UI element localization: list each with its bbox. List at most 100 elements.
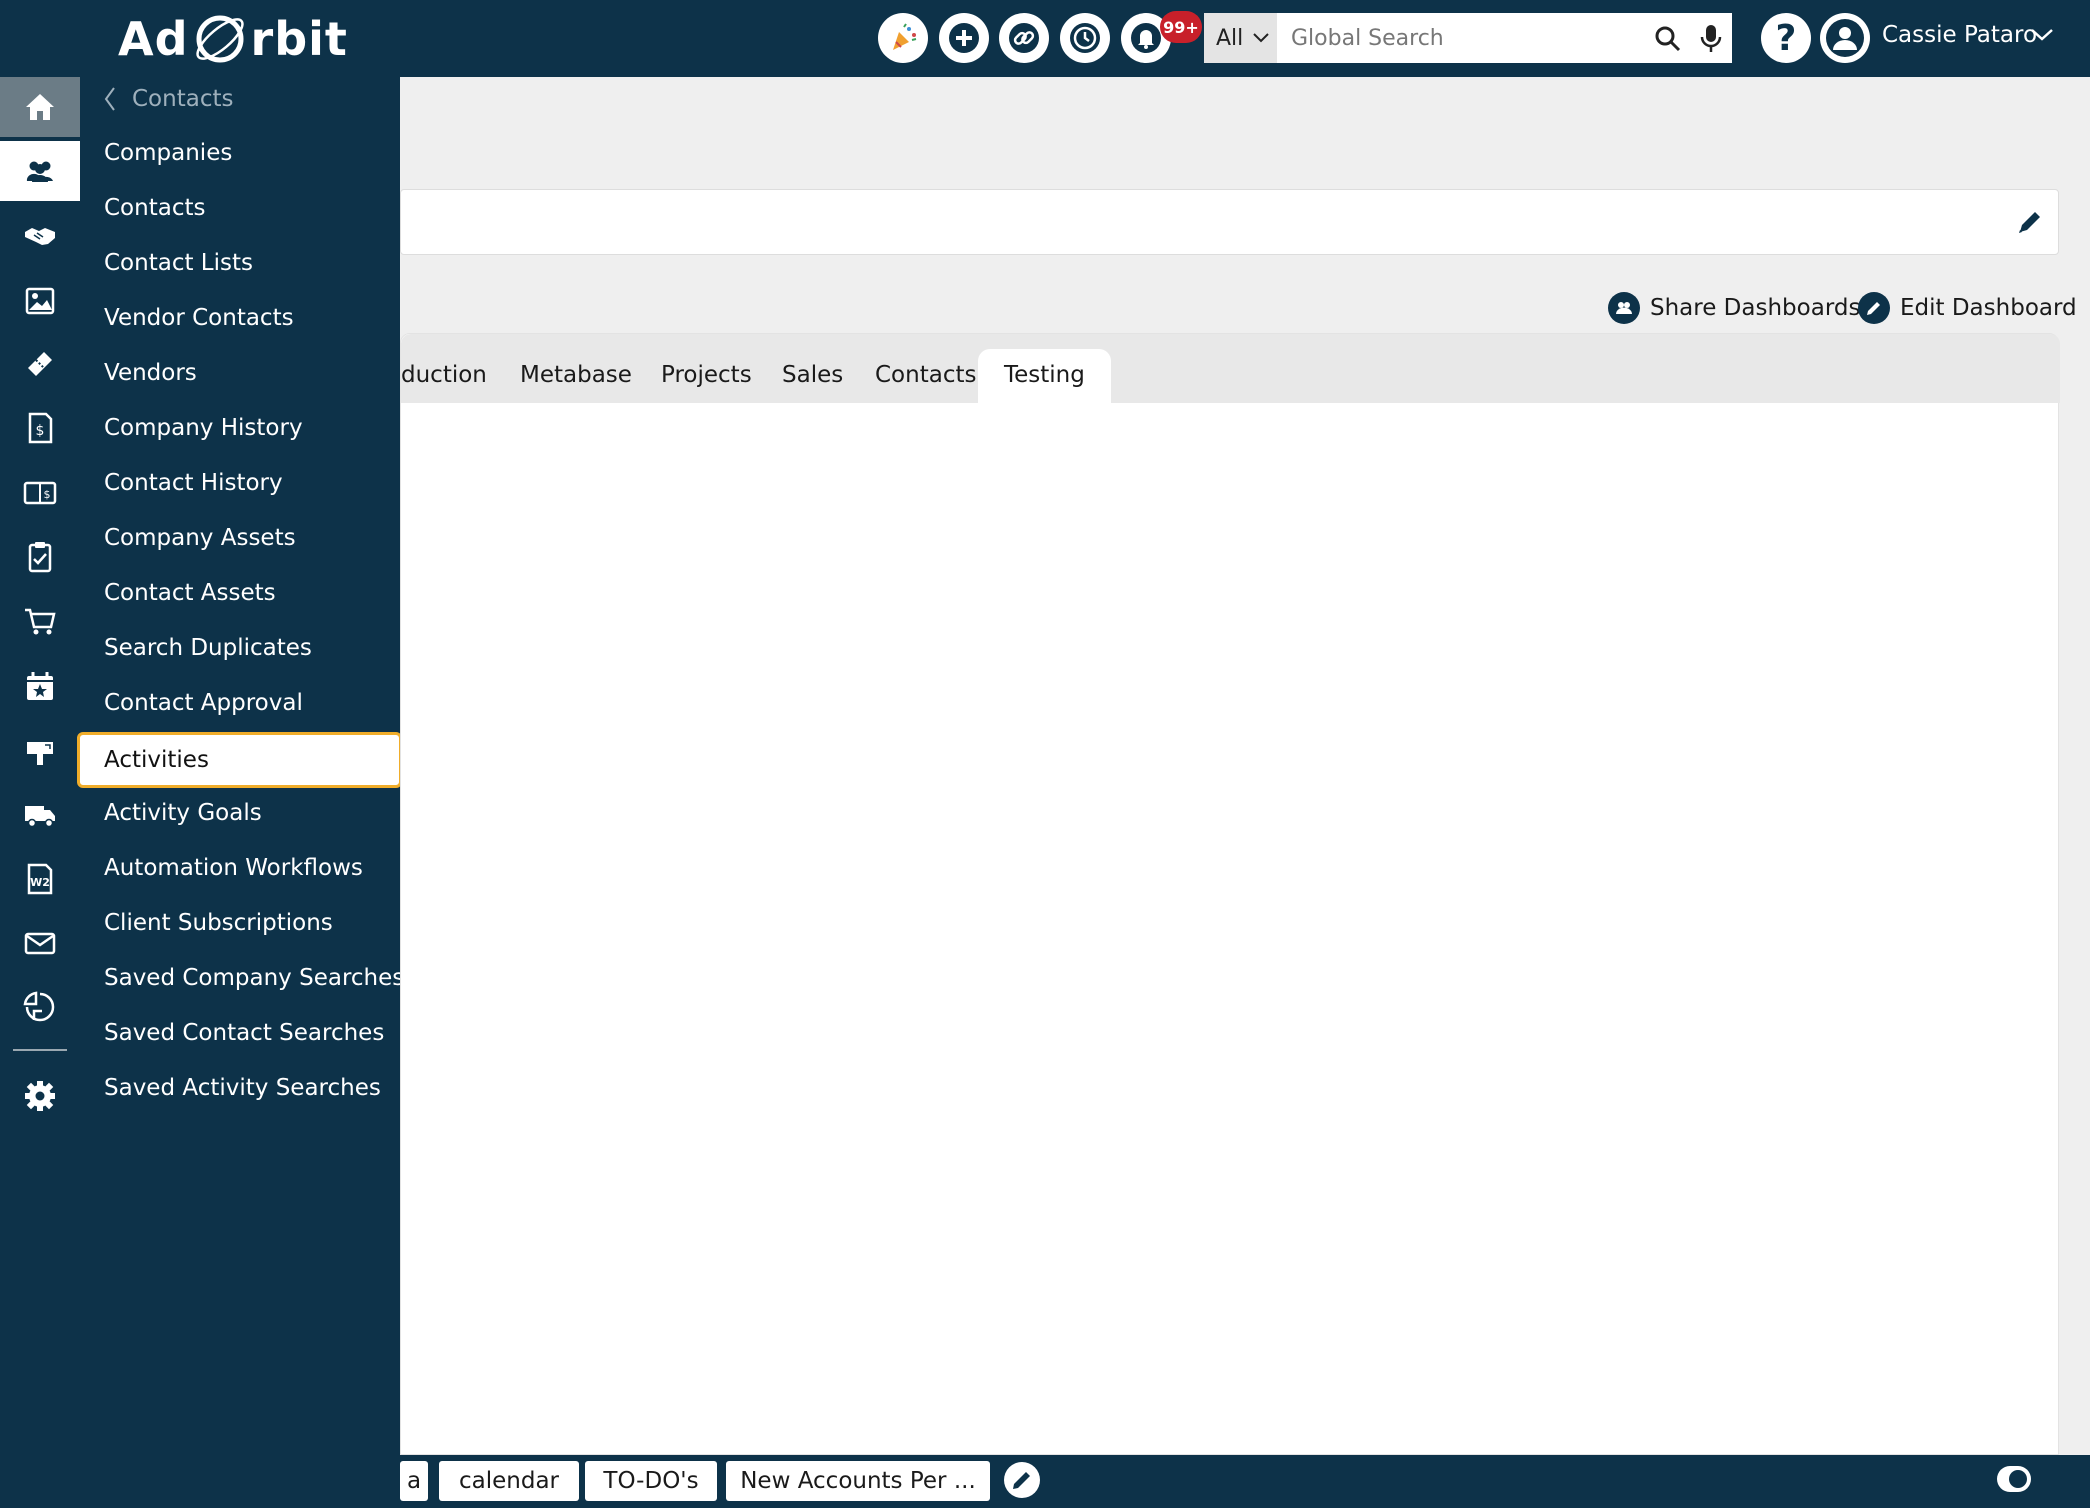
calendar-star-icon	[27, 672, 53, 700]
menu-item-saved-activity-searches[interactable]: Saved Activity Searches	[104, 1075, 381, 1101]
pencil-icon[interactable]	[2016, 208, 2044, 236]
rail-tickets[interactable]	[0, 334, 80, 394]
clipboard-check-icon	[28, 542, 52, 573]
icon-rail: $ $ W2	[0, 0, 80, 1508]
tab-projects[interactable]: Projects	[661, 362, 752, 388]
tab-production[interactable]: duction	[401, 362, 487, 388]
menu-item-saved-contact-searches[interactable]: Saved Contact Searches	[104, 1020, 384, 1046]
menu-item-activity-goals[interactable]: Activity Goals	[104, 800, 262, 826]
menu-item-vendor-contacts[interactable]: Vendor Contacts	[104, 305, 294, 331]
chevron-down-icon	[1253, 33, 1269, 43]
menu-item-automation-workflows[interactable]: Automation Workflows	[104, 855, 363, 881]
rail-w2[interactable]: W2	[0, 849, 80, 909]
search-scope-label: All	[1216, 25, 1244, 51]
avatar[interactable]	[1820, 13, 1870, 63]
history-clock-icon[interactable]	[1060, 13, 1110, 63]
chevron-left-icon	[104, 87, 115, 111]
bottom-bar	[0, 1455, 2090, 1508]
menu-item-contact-history[interactable]: Contact History	[104, 470, 283, 496]
search-scope-select[interactable]: All	[1204, 13, 1277, 63]
menu-item-companies[interactable]: Companies	[104, 140, 232, 166]
delivery-truck-icon	[25, 806, 55, 828]
bottom-tab-partial[interactable]: a	[400, 1461, 428, 1501]
app-logo[interactable]: Ad rbit	[118, 10, 348, 68]
pencil-icon	[1013, 1472, 1030, 1489]
help-icon[interactable]: ?	[1761, 13, 1811, 63]
users-share-icon	[1608, 292, 1640, 324]
edit-pencil-icon	[1858, 292, 1890, 324]
menu-item-saved-company-searches[interactable]: Saved Company Searches	[104, 965, 404, 991]
notification-badge: 99+	[1160, 11, 1202, 43]
party-popper-icon[interactable]	[878, 13, 928, 63]
bottom-tab-todos[interactable]: TO-DO's	[585, 1461, 717, 1501]
ticket-icon	[28, 352, 52, 376]
contacts-flyout-menu: Ad rbit Contacts Companies Contacts Cont…	[77, 0, 404, 1508]
logo-text-right: rbit	[250, 12, 348, 66]
menu-item-contact-approval[interactable]: Contact Approval	[104, 690, 303, 716]
logo-text-left: Ad	[118, 12, 189, 66]
menu-item-client-subscriptions[interactable]: Client Subscriptions	[104, 910, 333, 936]
microphone-icon[interactable]	[1700, 24, 1722, 54]
users-icon	[26, 161, 53, 182]
tab-metabase[interactable]: Metabase	[520, 362, 632, 388]
rail-orders[interactable]	[0, 591, 80, 651]
menu-item-contact-lists[interactable]: Contact Lists	[104, 250, 253, 276]
global-search-input[interactable]	[1291, 25, 1651, 51]
rail-media[interactable]	[0, 270, 80, 330]
link-icon[interactable]	[999, 13, 1049, 63]
tab-sales[interactable]: Sales	[782, 362, 843, 388]
global-search-bar: All	[1204, 13, 1732, 63]
menu-item-contact-assets[interactable]: Contact Assets	[104, 580, 276, 606]
add-icon[interactable]	[939, 13, 989, 63]
invoice-icon: $	[28, 412, 53, 444]
menu-item-vendors[interactable]: Vendors	[104, 360, 197, 386]
home-icon	[26, 94, 54, 120]
pie-chart-icon	[23, 991, 55, 1022]
dashboard-panel: duction Metabase Projects Sales Contacts…	[400, 333, 2060, 1455]
rail-tasks[interactable]	[0, 527, 80, 587]
mailbox-icon	[27, 742, 53, 765]
rail-home[interactable]	[0, 77, 80, 137]
share-dashboards-label: Share Dashboards	[1650, 295, 1861, 321]
rail-deals[interactable]	[0, 206, 80, 266]
search-icon[interactable]	[1654, 25, 1682, 53]
bottom-tab-new-accounts[interactable]: New Accounts Per ...	[726, 1461, 990, 1501]
menu-item-contacts[interactable]: Contacts	[104, 195, 205, 221]
rail-invoices[interactable]: $	[0, 398, 80, 458]
handshake-icon	[25, 228, 55, 245]
rail-contacts[interactable]	[0, 141, 80, 201]
tab-contacts[interactable]: Contacts	[875, 362, 976, 388]
flyout-back-label: Contacts	[132, 86, 234, 112]
svg-text:$: $	[36, 423, 45, 439]
menu-item-company-history[interactable]: Company History	[104, 415, 303, 441]
exchange-money-icon: $	[23, 481, 57, 505]
user-icon	[1826, 19, 1864, 57]
toggle-switch-icon[interactable]	[1997, 1466, 2031, 1492]
dashboard-title-card	[400, 189, 2059, 255]
image-gallery-icon	[25, 287, 55, 315]
edit-dashboard-label: Edit Dashboard	[1900, 295, 2077, 321]
share-dashboards-button[interactable]: Share Dashboards	[1608, 292, 1860, 324]
orbit-logo-icon	[191, 10, 249, 68]
rail-settings[interactable]	[0, 1066, 80, 1126]
bottom-tab-calendar[interactable]: calendar	[439, 1461, 579, 1501]
bottom-edit-button[interactable]	[1004, 1462, 1040, 1498]
menu-item-activities[interactable]: Activities	[77, 732, 402, 788]
rail-delivery[interactable]	[0, 784, 80, 844]
user-menu-chevron-icon[interactable]	[2030, 28, 2054, 42]
rail-email[interactable]	[0, 913, 80, 973]
rail-divider	[13, 1049, 67, 1051]
menu-item-search-duplicates[interactable]: Search Duplicates	[104, 635, 312, 661]
rail-mailbox[interactable]	[0, 720, 80, 780]
flyout-back-link[interactable]: Contacts	[104, 86, 233, 112]
menu-item-company-assets[interactable]: Company Assets	[104, 525, 296, 551]
rail-events[interactable]	[0, 656, 80, 716]
rail-payments[interactable]: $	[0, 463, 80, 523]
gear-icon	[25, 1081, 55, 1111]
edit-dashboard-button[interactable]: Edit Dashboard	[1858, 292, 2077, 324]
rail-reports[interactable]	[0, 977, 80, 1037]
user-name[interactable]: Cassie Pataro	[1882, 22, 2037, 48]
tab-testing[interactable]: Testing	[978, 349, 1111, 403]
svg-text:$: $	[44, 488, 51, 501]
w2-document-icon: W2	[27, 863, 53, 895]
